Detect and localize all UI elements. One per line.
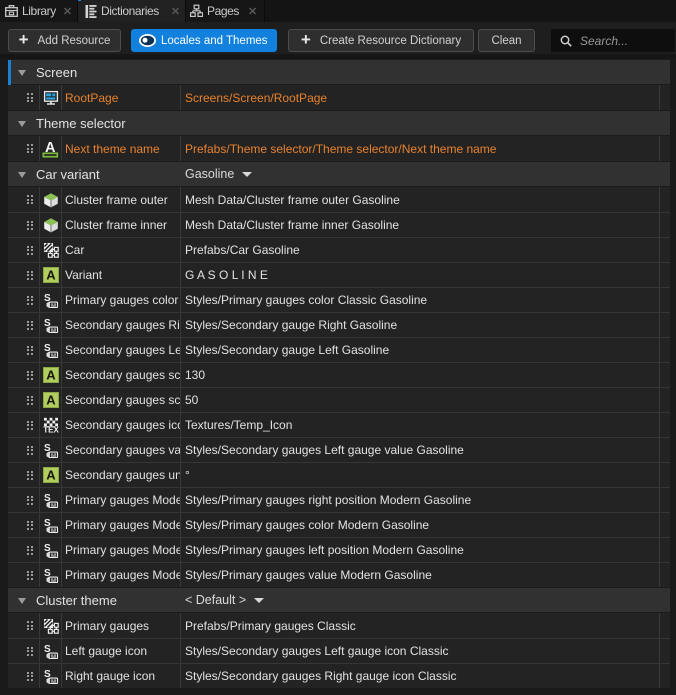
svg-text:A: A <box>46 393 56 408</box>
svg-text:A: A <box>46 368 56 383</box>
svg-text:A: A <box>46 268 56 283</box>
svg-text:TEX: TEX <box>43 425 59 433</box>
svg-text:A: A <box>46 468 56 483</box>
